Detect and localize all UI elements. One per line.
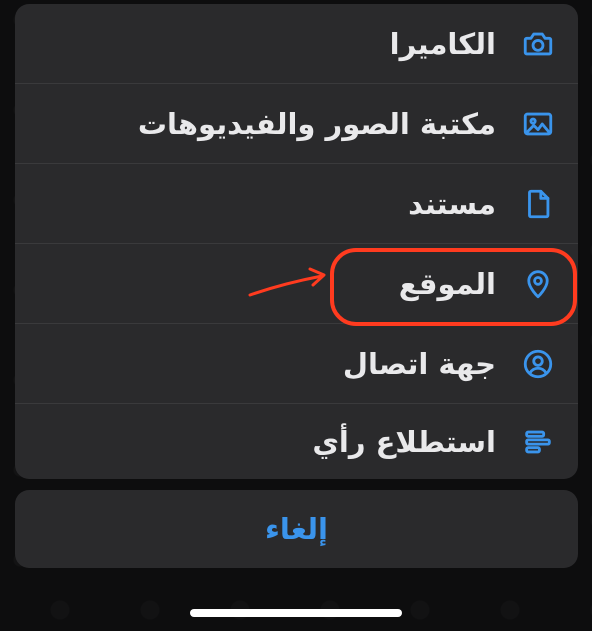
poll-icon <box>518 422 558 462</box>
menu-item-label: الكاميرا <box>389 26 496 61</box>
menu-item-label: مستند <box>408 186 496 221</box>
menu-item-label: مكتبة الصور والفيديوهات <box>137 106 496 141</box>
camera-icon <box>518 24 558 64</box>
contact-icon <box>518 344 558 384</box>
menu-item-label: جهة اتصال <box>342 346 496 381</box>
menu-item-document[interactable]: مستند <box>15 164 578 243</box>
menu-item-contact[interactable]: جهة اتصال <box>15 324 578 403</box>
annotation-arrow <box>248 267 326 297</box>
cancel-button[interactable]: إلغاء <box>15 490 578 568</box>
menu-item-label: استطلاع رأي <box>312 424 496 459</box>
menu-item-camera[interactable]: الكاميرا <box>15 4 578 83</box>
menu-item-poll[interactable]: استطلاع رأي <box>15 402 578 479</box>
cancel-label: إلغاء <box>265 512 328 546</box>
menu-item-photo-library[interactable]: مكتبة الصور والفيديوهات <box>15 84 578 163</box>
location-highlight-outline <box>330 248 577 326</box>
home-indicator[interactable] <box>190 609 402 617</box>
document-icon <box>518 184 558 224</box>
attachment-menu: الكاميرا مكتبة الصور والفيديوهات مستند ا… <box>15 4 578 479</box>
photo-icon <box>518 104 558 144</box>
